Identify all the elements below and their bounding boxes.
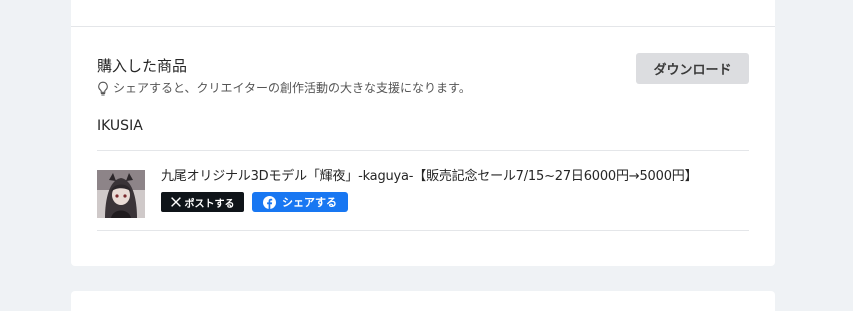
product-thumbnail[interactable] [97, 170, 145, 218]
divider [97, 150, 749, 151]
share-facebook-button[interactable]: シェアする [252, 192, 348, 212]
share-hint-text: シェアすると、クリエイターの創作活動の大きな支援になります。 [113, 81, 471, 95]
next-card [71, 291, 775, 311]
facebook-logo-icon [263, 195, 276, 209]
previous-card [71, 0, 775, 27]
shop-name[interactable]: IKUSIA [97, 116, 143, 136]
purchased-items-card: 購入した商品 シェアすると、クリエイターの創作活動の大きな支援になります。 ダウ… [71, 27, 775, 266]
share-facebook-label: シェアする [282, 196, 337, 209]
share-x-button[interactable]: ポストする [161, 192, 244, 212]
divider [97, 230, 749, 231]
share-hint: シェアすると、クリエイターの創作活動の大きな支援になります。 [97, 79, 471, 97]
download-button[interactable]: ダウンロード [636, 53, 749, 84]
lightbulb-icon [97, 81, 109, 96]
share-x-label: ポストする [184, 198, 235, 210]
x-logo-icon [170, 197, 181, 207]
section-title: 購入した商品 [97, 57, 188, 75]
product-title[interactable]: 九尾オリジナル3Dモデル「輝夜」-kaguya-【販売記念セール7/15~27日… [161, 167, 698, 187]
